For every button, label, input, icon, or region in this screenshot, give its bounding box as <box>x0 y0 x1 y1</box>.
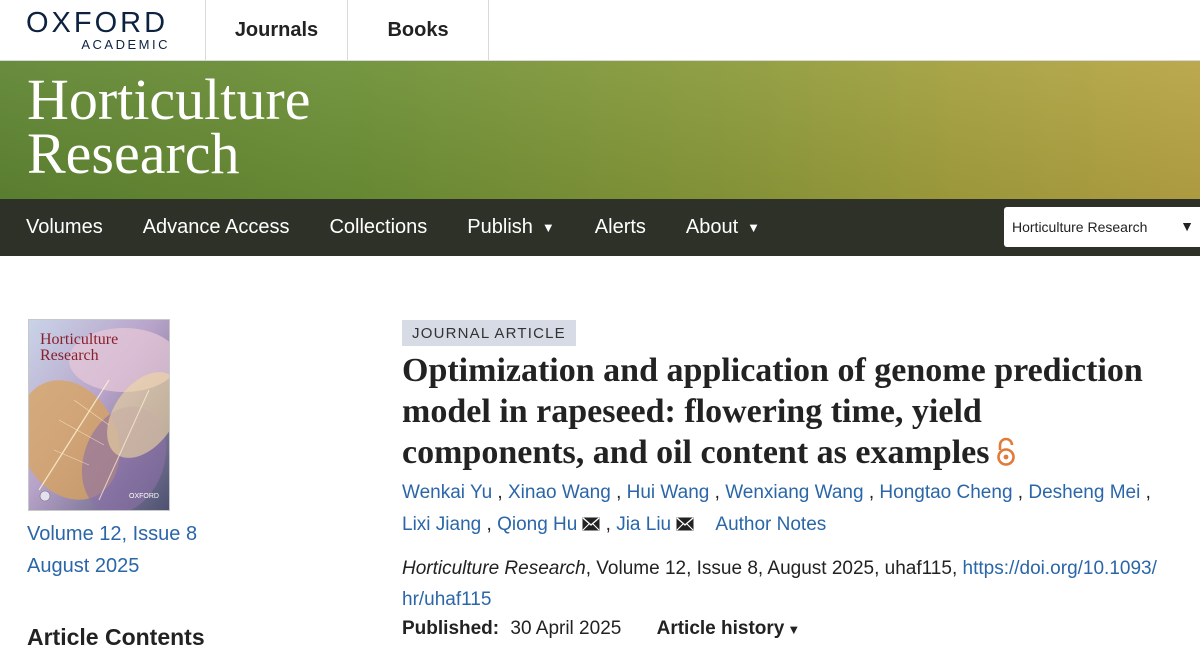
caret-down-icon: ▼ <box>541 220 555 235</box>
envelope-icon[interactable] <box>582 510 600 542</box>
cover-brand: OXFORD <box>129 493 159 500</box>
top-nav: Journals Books <box>205 0 489 61</box>
citation-journal: Horticulture Research <box>402 558 586 579</box>
article-title-line1: Optimization and application of genome p… <box>402 352 1143 389</box>
nav-publish-label: Publish <box>467 216 533 238</box>
doi-link[interactable]: https://doi.org/10.1093/ <box>963 558 1157 579</box>
citation: Horticulture Research, Volume 12, Issue … <box>402 553 1192 615</box>
nav-advance-access-label: Advance Access <box>142 216 290 238</box>
article-type-badge: JOURNAL ARTICLE <box>402 320 576 346</box>
publication-info: Published: 30 April 2025 Article history… <box>402 618 800 640</box>
article-history-label: Article history <box>656 618 785 639</box>
envelope-icon[interactable] <box>676 510 694 542</box>
nav-about[interactable]: About ▼ <box>666 199 780 256</box>
cover-title-line2: Research <box>40 347 99 364</box>
author-separator: , <box>714 482 720 503</box>
issue-cover-image[interactable]: Horticulture Research OXFORD <box>28 319 170 511</box>
author-link[interactable]: Qiong Hu <box>497 514 577 535</box>
oxford-academic-logo[interactable]: OXFORD ACADEMIC <box>26 8 176 54</box>
nav-publish[interactable]: Publish ▼ <box>447 199 574 256</box>
logo-subtitle: ACADEMIC <box>81 37 170 52</box>
author-separator: , <box>486 514 492 535</box>
author-separator: , <box>868 482 875 503</box>
top-nav-books[interactable]: Books <box>347 0 489 61</box>
author-link[interactable]: Jia Liu <box>616 514 671 535</box>
published-label: Published: <box>402 618 500 639</box>
nav-alerts-label: Alerts <box>594 216 646 238</box>
caret-down-icon: ▼ <box>1180 218 1194 234</box>
author-link[interactable]: Desheng Mei <box>1028 482 1140 503</box>
nav-collections[interactable]: Collections <box>309 199 447 256</box>
nav-volumes[interactable]: Volumes <box>0 199 123 256</box>
top-bar: OXFORD ACADEMIC Journals Books <box>0 0 1200 61</box>
cover-title-line1: Horticulture <box>40 331 118 348</box>
volume-issue-link[interactable]: Volume 12, Issue 8 <box>27 523 197 546</box>
author-notes-link[interactable]: Author Notes <box>715 514 826 535</box>
nav-collections-label: Collections <box>329 216 428 238</box>
caret-down-icon: ▼ <box>787 622 801 637</box>
author-separator: , <box>605 514 611 535</box>
author-separator: , <box>497 482 503 503</box>
journal-title-line1: Horticulture <box>27 67 311 132</box>
published-date: 30 April 2025 <box>510 618 622 639</box>
journal-nav: Volumes Advance Access Collections Publi… <box>0 199 1200 256</box>
author-link[interactable]: Wenkai Yu <box>402 482 492 503</box>
article-title-line3: components, and oil content as examples <box>402 434 990 471</box>
author-separator: , <box>1017 482 1024 503</box>
cover-seal-icon <box>39 490 51 502</box>
journal-title-line2: Research <box>27 121 240 186</box>
top-nav-journals[interactable]: Journals <box>205 0 347 61</box>
author-separator: , <box>1145 482 1151 503</box>
author-link[interactable]: Xinao Wang <box>508 482 611 503</box>
article-title-line2: model in rapeseed: flowering time, yield <box>402 393 982 430</box>
article-title: Optimization and application of genome p… <box>402 350 1192 477</box>
nav-advance-access[interactable]: Advance Access <box>123 199 310 256</box>
article-history-toggle[interactable]: Article history ▼ <box>657 618 801 639</box>
nav-alerts[interactable]: Alerts <box>575 199 666 256</box>
journal-search-scope-select[interactable]: Horticulture Research ▼ <box>1004 207 1200 247</box>
article-contents-heading: Article Contents <box>27 624 205 650</box>
author-separator: , <box>616 482 622 503</box>
doi-link-continued[interactable]: hr/uhaf115 <box>402 589 491 610</box>
nav-about-label: About <box>685 216 739 238</box>
author-link[interactable]: Hui Wang <box>627 482 710 503</box>
journal-title[interactable]: Horticulture Research <box>27 67 311 186</box>
author-link[interactable]: Lixi Jiang <box>402 514 481 535</box>
author-link[interactable]: Hongtao Cheng <box>879 482 1012 503</box>
nav-volumes-label: Volumes <box>26 216 103 238</box>
author-link[interactable]: Wenxiang Wang <box>725 482 863 503</box>
caret-down-icon: ▼ <box>747 220 761 235</box>
author-list: Wenkai Yu , Xinao Wang , Hui Wang , Wenx… <box>402 477 1192 542</box>
open-access-lock-icon <box>995 436 1017 477</box>
logo-wordmark: OXFORD <box>26 7 169 39</box>
search-scope-value: Horticulture Research <box>1012 219 1148 235</box>
journal-banner: Horticulture Research <box>0 61 1200 199</box>
issue-date-link[interactable]: August 2025 <box>27 555 139 578</box>
citation-details: , Volume 12, Issue 8, August 2025, uhaf1… <box>585 558 958 579</box>
